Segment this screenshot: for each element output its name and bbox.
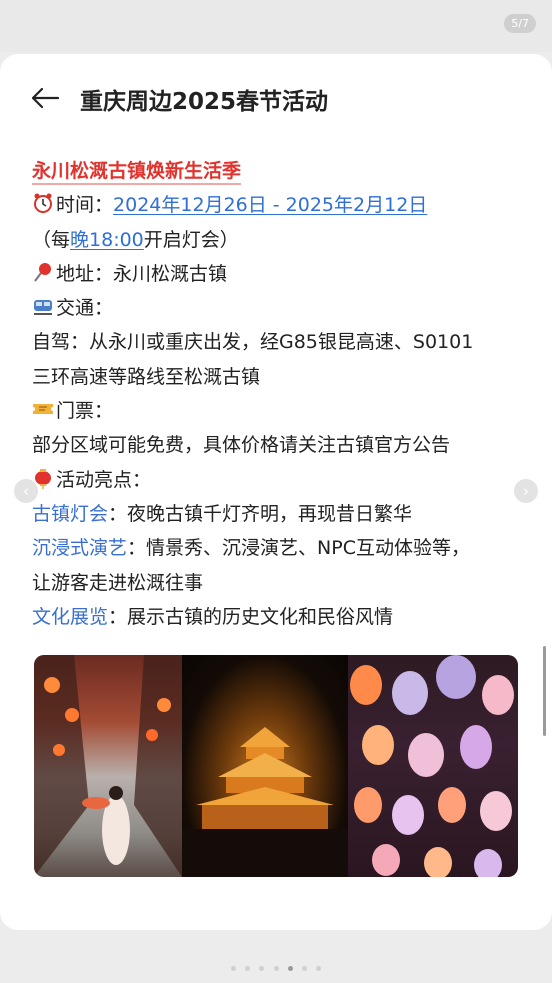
highlight-sep: ： (108, 605, 128, 628)
address-value: 永川松溉古镇 (113, 262, 228, 285)
alarm-clock-icon (34, 193, 52, 214)
transport-line-2: 三环高速等路线至松溉古镇 (32, 365, 261, 388)
next-arrow-icon[interactable]: › (514, 479, 538, 503)
page-dot (301, 966, 307, 971)
page-dot (259, 966, 265, 971)
time-value-link[interactable]: 2024年12月26日 - 2025年2月12日 (113, 194, 427, 216)
page-dot (273, 966, 279, 971)
address-row: 地址：永川松溉古镇 (32, 257, 522, 291)
tram-icon (34, 300, 52, 316)
highlight-desc-continued: 让游客走进松溉往事 (32, 571, 204, 594)
highlights-label: 活动亮点： (56, 468, 152, 491)
pavilion-illustration (182, 727, 348, 877)
photo-strip[interactable] (34, 655, 518, 877)
address-label: 地址： (56, 262, 114, 285)
transport-label: 交通： (56, 297, 114, 320)
note-card: 重庆周边2025春节活动 永川松溉古镇焕新生活季 时间：2024年12月26日 … (0, 54, 552, 930)
highlight-sep: ： (127, 537, 147, 560)
ticket-value: 部分区域可能免费，具体价格请关注古镇官方公告 (32, 434, 451, 457)
highlight-item: 文化展览：展示古镇的历史文化和民俗风情 (32, 600, 522, 634)
ticket-icon (33, 404, 53, 415)
transport-row: 交通： (32, 291, 522, 325)
time-note-prefix: （每 (32, 228, 71, 251)
highlight-desc: 情景秀、沉浸演艺、NPC互动体验等， (146, 537, 470, 560)
lanterns-illustration (350, 655, 514, 877)
time-note-link[interactable]: 晚18:00 (70, 229, 144, 251)
time-row: 时间：2024年12月26日 - 2025年2月12日 (32, 188, 522, 222)
photo-pavilion[interactable] (182, 655, 348, 877)
event-content: 永川松溉古镇焕新生活季 时间：2024年12月26日 - 2025年2月12日 … (32, 154, 522, 634)
photo-lanterns[interactable] (348, 655, 518, 877)
photo-old-street[interactable] (34, 655, 182, 877)
highlights-row: 活动亮点： (32, 463, 522, 497)
page-dots (0, 956, 552, 975)
top-bar: 5/7 (0, 0, 552, 52)
transport-line-1: 自驾：从永川或重庆出发，经G85银昆高速、S0101 (32, 331, 474, 354)
highlight-desc: 夜晚古镇千灯齐明，再现昔日繁华 (127, 502, 413, 525)
event-title-row: 永川松溉古镇焕新生活季 (32, 154, 522, 188)
pushpin-icon (34, 262, 51, 282)
page-indicator: 5/7 (504, 14, 536, 33)
time-label: 时间： (56, 194, 114, 217)
page-dot-active (287, 966, 293, 971)
event-title: 永川松溉古镇焕新生活季 (32, 160, 242, 185)
old-street-illustration (34, 655, 182, 877)
highlight-name: 沉浸式演艺 (32, 537, 128, 560)
arrow-left-icon[interactable] (30, 86, 60, 110)
time-note-row: （每晚18:00开启灯会） (32, 223, 522, 257)
highlight-item: 沉浸式演艺：情景秀、沉浸演艺、NPC互动体验等， (32, 531, 522, 565)
highlight-name: 古镇灯会 (32, 502, 109, 525)
ticket-label: 门票： (56, 400, 114, 423)
ticket-row: 门票： (32, 394, 522, 428)
page-dot (231, 966, 237, 971)
scrollbar[interactable] (543, 646, 546, 736)
highlight-name: 文化展览 (32, 605, 109, 628)
highlight-sep: ： (108, 502, 128, 525)
page-dot (315, 966, 321, 971)
prev-arrow-icon[interactable]: ‹ (14, 479, 38, 503)
highlight-desc: 展示古镇的历史文化和民俗风情 (127, 605, 394, 628)
header: 重庆周边2025春节活动 (0, 76, 552, 120)
page-title: 重庆周边2025春节活动 (80, 89, 329, 115)
highlight-item: 古镇灯会：夜晚古镇千灯齐明，再现昔日繁华 (32, 497, 522, 531)
time-note-suffix: 开启灯会） (143, 228, 239, 251)
page-dot (245, 966, 251, 971)
